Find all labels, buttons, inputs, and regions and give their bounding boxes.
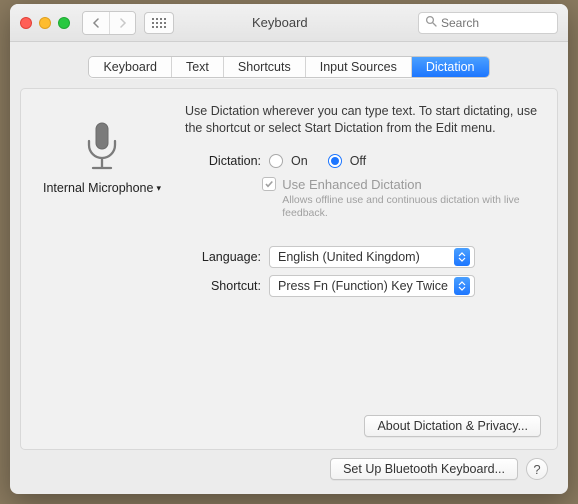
- forward-button[interactable]: [109, 12, 135, 34]
- minimize-icon[interactable]: [39, 17, 51, 29]
- bluetooth-keyboard-button[interactable]: Set Up Bluetooth Keyboard...: [330, 458, 518, 480]
- language-value: English (United Kingdom): [278, 250, 420, 264]
- help-button[interactable]: ?: [526, 458, 548, 480]
- chevron-down-icon: ▾: [156, 183, 161, 194]
- grid-icon: [152, 18, 166, 28]
- language-label: Language:: [185, 250, 261, 264]
- about-row: About Dictation & Privacy...: [364, 415, 541, 437]
- microphone-label: Internal Microphone: [43, 181, 153, 195]
- dictation-intro: Use Dictation wherever you can type text…: [185, 103, 541, 137]
- window-controls: [20, 17, 70, 29]
- tab-text[interactable]: Text: [171, 57, 223, 77]
- titlebar: Keyboard: [10, 4, 568, 42]
- enhanced-hint: Allows offline use and continuous dictat…: [282, 194, 541, 220]
- close-icon[interactable]: [20, 17, 32, 29]
- shortcut-label: Shortcut:: [185, 279, 261, 293]
- search-icon: [425, 15, 437, 30]
- window-title: Keyboard: [252, 15, 308, 30]
- language-select[interactable]: English (United Kingdom): [269, 246, 475, 268]
- tab-input-sources[interactable]: Input Sources: [305, 57, 411, 77]
- dictation-label: Dictation:: [185, 154, 261, 168]
- preferences-window: Keyboard Keyboard Text Shortcuts Input S…: [10, 4, 568, 494]
- enhanced-checkbox[interactable]: [262, 177, 276, 191]
- language-row: Language: English (United Kingdom): [185, 246, 541, 268]
- tab-bar: Keyboard Text Shortcuts Input Sources Di…: [88, 56, 489, 78]
- dictation-off-radio[interactable]: [328, 154, 342, 168]
- enhanced-row: Use Enhanced Dictation Allows offline us…: [185, 177, 541, 220]
- zoom-icon[interactable]: [58, 17, 70, 29]
- search-field[interactable]: [418, 12, 558, 34]
- microphone-icon: [79, 119, 125, 175]
- shortcut-value: Press Fn (Function) Key Twice: [278, 279, 448, 293]
- tab-dictation[interactable]: Dictation: [411, 57, 489, 77]
- dictation-on-radio[interactable]: [269, 154, 283, 168]
- enhanced-label: Use Enhanced Dictation: [282, 177, 421, 192]
- stepper-arrows-icon: [454, 248, 470, 266]
- back-button[interactable]: [83, 12, 109, 34]
- window-body: Keyboard Text Shortcuts Input Sources Di…: [10, 42, 568, 494]
- show-all-button[interactable]: [144, 12, 174, 34]
- shortcut-row: Shortcut: Press Fn (Function) Key Twice: [185, 275, 541, 297]
- stepper-arrows-icon: [454, 277, 470, 295]
- tab-shortcuts[interactable]: Shortcuts: [223, 57, 305, 77]
- dictation-off-label: Off: [350, 154, 366, 168]
- microphone-column: Internal Microphone ▾: [37, 103, 167, 439]
- footer: Set Up Bluetooth Keyboard... ?: [20, 450, 558, 484]
- settings-column: Use Dictation wherever you can type text…: [185, 103, 541, 439]
- dictation-toggle-row: Dictation: On Off: [185, 154, 541, 168]
- dictation-on-label: On: [291, 154, 308, 168]
- microphone-selector[interactable]: Internal Microphone ▾: [43, 181, 161, 195]
- shortcut-select[interactable]: Press Fn (Function) Key Twice: [269, 275, 475, 297]
- dictation-panel: Internal Microphone ▾ Use Dictation wher…: [20, 88, 558, 450]
- about-dictation-button[interactable]: About Dictation & Privacy...: [364, 415, 541, 437]
- tab-keyboard[interactable]: Keyboard: [89, 57, 171, 77]
- nav-buttons: [82, 11, 136, 35]
- search-input[interactable]: [441, 16, 551, 30]
